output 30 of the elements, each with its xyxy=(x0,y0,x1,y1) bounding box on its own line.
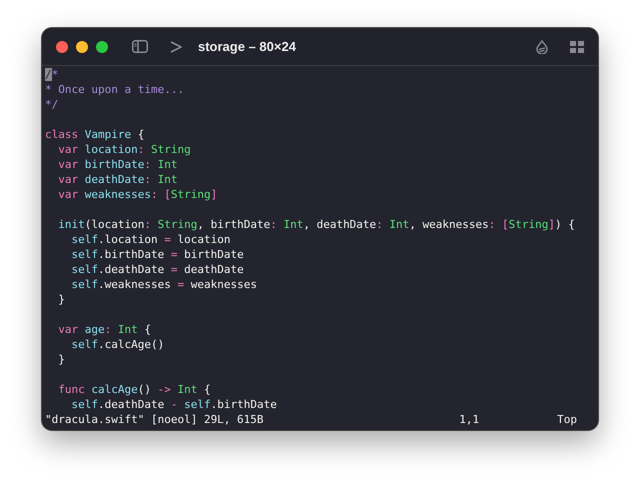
grid-icon[interactable] xyxy=(570,40,584,52)
code-line: var age: Int { xyxy=(57,322,152,337)
code-line: /* xyxy=(45,67,60,82)
zoom-button[interactable] xyxy=(96,40,108,52)
file-info: "dracula.swift" [noeol] 29L, 615B xyxy=(45,412,264,428)
code-line: class Vampire { xyxy=(45,127,146,142)
close-button[interactable] xyxy=(56,40,68,52)
code-line: * Once upon a time... xyxy=(45,82,186,97)
sidebar-icon[interactable] xyxy=(132,40,148,53)
code-line: func calcAge() -> Int { xyxy=(57,382,212,397)
chevron-icon xyxy=(170,40,182,52)
code-line: self.calcAge() xyxy=(70,337,166,352)
code-line: self.deathDate = deathDate xyxy=(70,262,245,277)
code-line: self.location = location xyxy=(70,232,232,247)
minimize-button[interactable] xyxy=(76,40,88,52)
code-line: self.deathDate - self.birthDate xyxy=(70,397,278,412)
window-title: storage – 80×24 xyxy=(198,39,296,54)
droplet-icon[interactable] xyxy=(536,40,548,54)
code-line: } xyxy=(57,292,66,307)
code-line: self.weaknesses = weaknesses xyxy=(70,277,258,292)
code-line: var location: String xyxy=(57,142,192,157)
code-line: self.birthDate = birthDate xyxy=(70,247,245,262)
cursor-position: 1,1 xyxy=(459,412,480,428)
code-line: var birthDate: Int xyxy=(57,157,178,172)
code-line: */ xyxy=(45,97,60,112)
code-line: init(location: String, birthDate: Int, deathDate: Int, weaknesses: [String]) { xyxy=(57,217,576,232)
scroll-position: Top xyxy=(557,412,577,428)
code-line: var weaknesses: [String] xyxy=(57,187,218,202)
code-line: var deathDate: Int xyxy=(57,172,178,187)
code-line: } xyxy=(57,352,66,367)
